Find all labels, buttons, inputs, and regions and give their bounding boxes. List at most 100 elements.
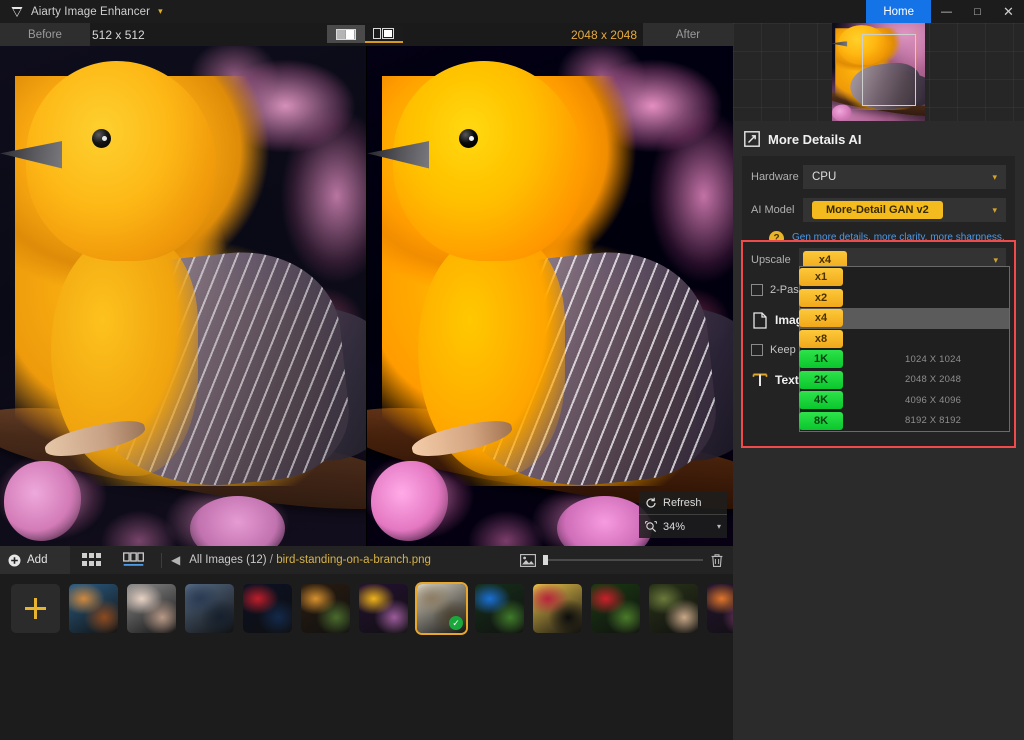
bird-eye	[458, 128, 478, 148]
two-pass-checkbox[interactable]	[751, 284, 763, 296]
home-button[interactable]: Home	[866, 0, 931, 23]
toolbar-divider	[161, 552, 162, 568]
refresh-icon	[645, 497, 657, 509]
hardware-select[interactable]: CPU ▾	[803, 165, 1006, 189]
after-image-pane[interactable]: Refresh 34% ▾	[366, 46, 733, 546]
after-label: After	[643, 23, 733, 46]
document-icon	[751, 311, 768, 329]
split-view-icon[interactable]	[327, 25, 365, 43]
pink-blossom-left	[3, 461, 81, 541]
thumbnail-image	[301, 584, 350, 633]
upscale-option-1k[interactable]: 1K 1024 X 1024	[799, 349, 1009, 370]
close-button[interactable]: ✕	[993, 0, 1024, 23]
view-toggle-group	[327, 25, 403, 43]
text-section-label: Text	[775, 373, 799, 387]
text-tool-icon	[751, 372, 768, 388]
title-bar: Aiarty Image Enhancer ▾ Home — □ ✕	[0, 0, 1024, 23]
arrow-left-icon[interactable]: ◀	[171, 553, 180, 567]
thumbnail-image	[243, 584, 292, 633]
thumbnail-image	[127, 584, 176, 633]
upscale-option-pill: 8K	[799, 411, 843, 430]
preview-header: Before 512 x 512 2048 x 2048 After	[0, 23, 733, 46]
before-image-pane[interactable]	[0, 46, 366, 546]
file-toolbar: Add ◀ All Images (12) / bird-standing-on…	[0, 546, 733, 574]
thumbnail-strip[interactable]: ✓	[0, 574, 756, 740]
upscale-option-pill: 4K	[799, 391, 843, 410]
trash-icon[interactable]	[710, 553, 724, 568]
list-item[interactable]: ✓	[417, 584, 466, 633]
aiarty-app-window: Aiarty Image Enhancer ▾ Home — □ ✕ Befor…	[0, 0, 1024, 740]
ai-model-row: AI Model More-Detail GAN v2 ▾	[751, 198, 1006, 222]
upscale-option-4k[interactable]: 4K 4096 X 4096	[799, 390, 1009, 411]
list-item[interactable]	[533, 584, 582, 633]
thumbnail-image	[359, 584, 408, 633]
list-item[interactable]	[301, 584, 350, 633]
selected-check-icon: ✓	[449, 616, 463, 630]
current-file-label: bird-standing-on-a-branch.png	[276, 554, 431, 566]
plus-icon-vertical	[34, 598, 37, 619]
hardware-row: Hardware CPU ▾	[751, 165, 1006, 189]
comparison-stage[interactable]: Refresh 34% ▾	[0, 46, 733, 546]
zoom-control[interactable]: 34% ▾	[639, 515, 727, 538]
list-item[interactable]	[359, 584, 408, 633]
keep-checkbox[interactable]	[751, 344, 763, 356]
hardware-label: Hardware	[751, 171, 799, 183]
side-by-side-view-icon[interactable]	[365, 25, 403, 43]
all-images-label[interactable]: All Images (12)	[189, 554, 266, 566]
upscale-option-x1[interactable]: x1	[799, 267, 1009, 288]
list-item[interactable]	[127, 584, 176, 633]
thumbnail-size-slider[interactable]	[543, 555, 703, 565]
upscale-option-x4[interactable]: x4	[799, 308, 1009, 329]
chevron-down-icon[interactable]: ▾	[158, 6, 163, 17]
chevron-down-icon[interactable]: ▾	[717, 522, 721, 531]
thumbnail-image	[591, 584, 640, 633]
maximize-button[interactable]: □	[962, 0, 993, 23]
list-item[interactable]	[649, 584, 698, 633]
upscale-dropdown-menu[interactable]: x1 x2 x4 x8 1K 1024 X 1024 2K 2048 X 2048 4K 4096…	[799, 266, 1010, 432]
upscale-option-2k[interactable]: 2K 2048 X 2048	[799, 370, 1009, 391]
zoom-level-label: 34%	[663, 520, 686, 533]
plus-circle-icon	[8, 554, 21, 567]
thumbnail-row: ✓	[0, 574, 756, 633]
upscale-label: Upscale	[751, 254, 791, 266]
upscale-option-x8[interactable]: x8	[799, 329, 1009, 350]
upscale-option-8k[interactable]: 8K 8192 X 8192	[799, 411, 1009, 432]
breadcrumb-separator: /	[269, 554, 273, 566]
list-item[interactable]	[591, 584, 640, 633]
ai-model-select[interactable]: More-Detail GAN v2 ▾	[803, 198, 1006, 222]
upscale-option-dimensions: 1024 X 1024	[905, 353, 962, 365]
upscale-option-pill: x4	[799, 309, 843, 328]
thumbnail-image	[69, 584, 118, 633]
preview-float-controls: Refresh 34% ▾	[639, 492, 727, 538]
slider-knob[interactable]	[543, 555, 548, 565]
upscale-option-pill: x2	[799, 288, 843, 307]
minimize-button[interactable]: —	[931, 0, 962, 23]
app-title: Aiarty Image Enhancer	[31, 5, 151, 18]
upscale-option-pill: x8	[799, 329, 843, 348]
navigator-preview[interactable]	[733, 23, 1024, 121]
add-thumbnail-tile[interactable]	[11, 584, 60, 633]
upscale-option-dimensions: 2048 X 2048	[905, 374, 962, 386]
chevron-down-icon: ▾	[993, 254, 998, 265]
preview-area: Before 512 x 512 2048 x 2048 After Refre…	[0, 23, 733, 546]
image-size-icon	[520, 553, 536, 567]
refresh-label: Refresh	[663, 497, 702, 509]
list-item[interactable]	[475, 584, 524, 633]
after-bird-image	[367, 46, 733, 546]
list-item[interactable]	[243, 584, 292, 633]
upscale-option-dimensions: 8192 X 8192	[905, 415, 962, 427]
upscale-option-x2[interactable]: x2	[799, 288, 1009, 309]
upscale-option-pill: 2K	[799, 370, 843, 389]
before-bird-image	[0, 46, 366, 546]
grid-view-icon[interactable]	[70, 546, 112, 574]
upscale-option-pill: x1	[799, 268, 843, 287]
upscale-option-pill: 1K	[799, 350, 843, 369]
hardware-value: CPU	[812, 171, 837, 183]
refresh-button[interactable]: Refresh	[639, 492, 727, 515]
navigator-viewport-box[interactable]	[862, 34, 916, 106]
list-item[interactable]	[185, 584, 234, 633]
filmstrip-view-icon[interactable]	[112, 546, 154, 574]
list-item[interactable]	[69, 584, 118, 633]
thumbnail-size-controls	[520, 553, 733, 568]
add-images-button[interactable]: Add	[0, 546, 70, 574]
